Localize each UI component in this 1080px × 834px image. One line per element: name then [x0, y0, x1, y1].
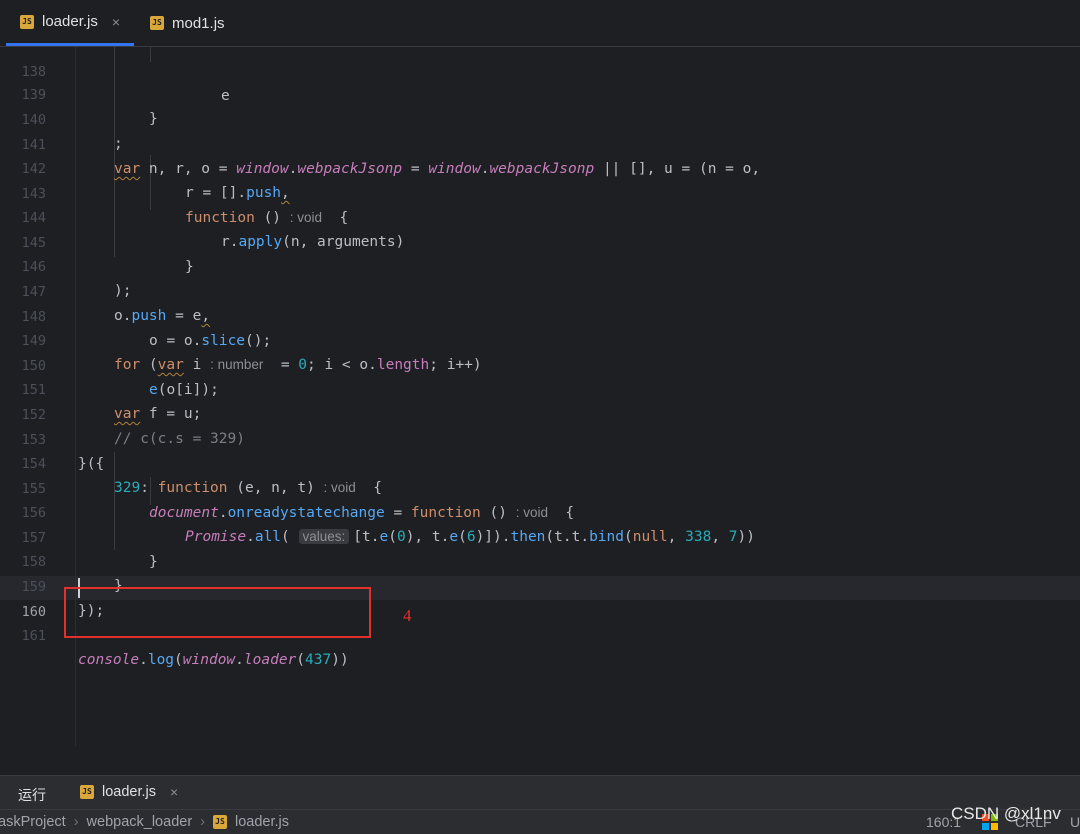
code-line: 148 o = o.slice();: [0, 280, 1080, 350]
code-line: 143 function () : void {: [0, 157, 1080, 227]
code-line: 147 o.push = e,: [0, 255, 1080, 325]
run-tab-loader-js[interactable]: JS loader.js ×: [80, 784, 178, 800]
js-file-icon: JS: [20, 14, 34, 29]
js-file-icon: JS: [150, 16, 164, 30]
code-line: 144 r.apply(n, arguments): [0, 181, 1080, 251]
breadcrumb-item[interactable]: webpack_loader: [87, 814, 193, 830]
tab-label: mod1.js: [172, 14, 225, 32]
breadcrumb-item[interactable]: askProject: [0, 814, 66, 830]
chevron-right-icon: ›: [200, 814, 205, 830]
code-line: 154 329: function (e, n, t) : void {: [0, 427, 1080, 497]
run-tool-window-header: 运行 JS loader.js ×: [0, 775, 1080, 810]
close-icon[interactable]: ×: [170, 784, 178, 800]
close-icon[interactable]: ×: [112, 14, 120, 30]
code-line: 140 ;: [0, 83, 1080, 153]
code-line: 138 e: [0, 35, 1080, 105]
code-line: 150 e(o[i]);: [0, 329, 1080, 399]
code-line: 141 var n, r, o = window.webpackJsonp = …: [0, 108, 1080, 178]
code-line: 155 document.onreadystatechange = functi…: [0, 452, 1080, 522]
watermark: CSDN @xl1nv: [951, 804, 1061, 823]
chevron-right-icon: ›: [73, 814, 79, 830]
line-number: 161: [21, 627, 46, 644]
run-tab-label: loader.js: [102, 784, 157, 800]
code-line: 159 });: [0, 550, 1080, 620]
code-line: 158 }: [0, 525, 1080, 595]
code-line: 146 );: [0, 230, 1080, 300]
code-line: 152 // c(c.s = 329): [0, 378, 1080, 448]
breadcrumb: askProject › webpack_loader › JS loader.…: [0, 814, 289, 830]
annotation-highlight-box: [64, 587, 371, 638]
code-line: 145 }: [0, 206, 1080, 276]
annotation-number: 4: [403, 606, 412, 625]
code-text: console.log(window.loader(437)): [78, 652, 349, 669]
code-line: 149 for (var i : number = 0; i < o.lengt…: [0, 304, 1080, 374]
js-file-icon: JS: [80, 785, 94, 799]
code-line: 139 }: [0, 58, 1080, 128]
tab-label: loader.js: [42, 13, 98, 30]
run-panel-label: 运行: [18, 787, 46, 803]
code-line: 151 var f = u;: [0, 353, 1080, 423]
status-extra[interactable]: U: [1070, 814, 1080, 830]
code-line: 153 }({: [0, 403, 1080, 473]
code-line: 142 r = [].push,: [0, 132, 1080, 202]
code-line: 157 }: [0, 501, 1080, 571]
status-bar: askProject › webpack_loader › JS loader.…: [0, 809, 1080, 834]
code-line: 156 Promise.all( values: [t.e(0), t.e(6)]…: [0, 476, 1080, 546]
breadcrumb-item[interactable]: loader.js: [235, 814, 289, 830]
js-file-icon: JS: [213, 815, 227, 829]
